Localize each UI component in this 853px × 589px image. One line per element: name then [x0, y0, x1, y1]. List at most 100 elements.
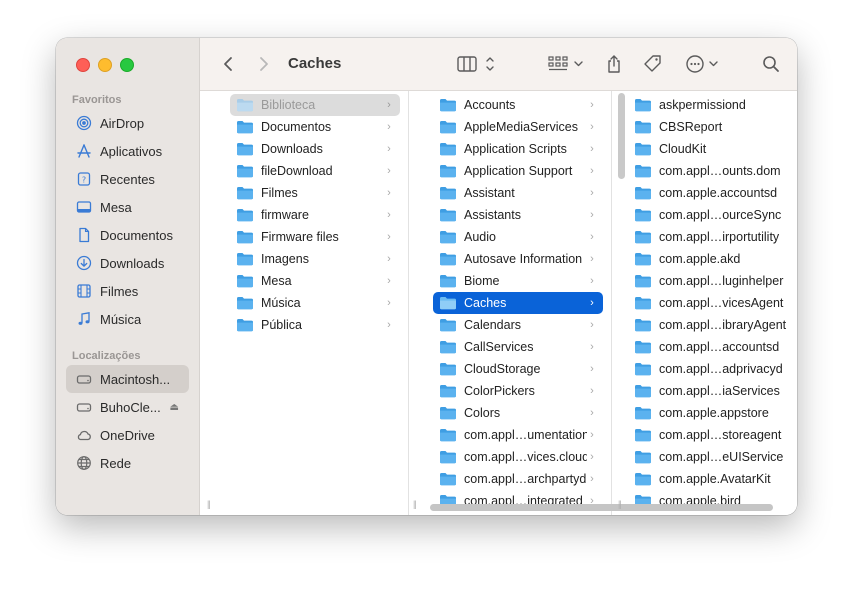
folder-icon	[237, 297, 253, 310]
sidebar-item-network[interactable]: Rede	[66, 449, 189, 477]
folder-row[interactable]: Imagens ›	[230, 248, 400, 270]
folder-row[interactable]: Mesa ›	[230, 270, 400, 292]
folder-name: com.appl…eUIService	[659, 450, 784, 464]
chevron-right-icon: ›	[590, 319, 594, 331]
folder-row[interactable]: CallServices ›	[433, 336, 603, 358]
folder-row[interactable]: com.appl…irportutility	[628, 226, 796, 248]
folder-row[interactable]: Firmware files ›	[230, 226, 400, 248]
view-mode-button[interactable]	[457, 52, 497, 76]
folder-name: com.appl…umentation	[464, 428, 587, 442]
folder-row[interactable]: Accounts ›	[433, 94, 603, 116]
folder-row[interactable]: com.apple.AvatarKit	[628, 468, 796, 490]
folder-row[interactable]: Assistant ›	[433, 182, 603, 204]
sidebar-item-buhocleaner[interactable]: BuhoCle... ⏏	[66, 393, 189, 421]
folder-row[interactable]: AppleMediaServices ›	[433, 116, 603, 138]
folder-row[interactable]: com.appl…luginhelper	[628, 270, 796, 292]
chevron-right-icon: ›	[387, 231, 391, 243]
folder-row[interactable]: Application Support ›	[433, 160, 603, 182]
vertical-scrollbar[interactable]	[618, 93, 625, 179]
forward-button[interactable]	[254, 52, 274, 76]
folder-row[interactable]: com.appl…accountsd	[628, 336, 796, 358]
column-resize-handle[interactable]: ||	[207, 499, 211, 509]
folder-row[interactable]: CBSReport	[628, 116, 796, 138]
folder-row[interactable]: Application Scripts ›	[433, 138, 603, 160]
folder-row[interactable]: com.appl…adprivacyd	[628, 358, 796, 380]
folder-row[interactable]: com.appl…storeagent	[628, 424, 796, 446]
folder-row[interactable]: com.appl…ounts.dom	[628, 160, 796, 182]
folder-row[interactable]: firmware ›	[230, 204, 400, 226]
folder-row[interactable]: Biome ›	[433, 270, 603, 292]
zoom-window-button[interactable]	[120, 58, 134, 72]
folder-row[interactable]: Downloads ›	[230, 138, 400, 160]
svg-text:?: ?	[82, 176, 86, 185]
sidebar-item-movies[interactable]: Filmes	[66, 277, 189, 305]
horizontal-scrollbar[interactable]	[430, 504, 773, 511]
sidebar-item-documents[interactable]: Documentos	[66, 221, 189, 249]
chevron-right-icon: ›	[590, 275, 594, 287]
folder-name: askpermissiond	[659, 98, 746, 112]
column-browser: Biblioteca › Documentos › Downloads › fileDown…	[200, 91, 797, 515]
column-resize-handle[interactable]: ||	[413, 499, 417, 509]
folder-row[interactable]: Colors ›	[433, 402, 603, 424]
group-button[interactable]	[548, 52, 588, 76]
tags-button[interactable]	[641, 52, 665, 76]
folder-row[interactable]: com.appl…vices.cloud ›	[433, 446, 603, 468]
folder-row[interactable]: CloudKit	[628, 138, 796, 160]
sidebar-item-macintosh-hd[interactable]: Macintosh...	[66, 365, 189, 393]
desktop-icon	[75, 198, 93, 216]
column-resize-handle[interactable]: ||	[618, 499, 622, 509]
folder-row[interactable]: fileDownload ›	[230, 160, 400, 182]
folder-row[interactable]: Documentos ›	[230, 116, 400, 138]
columns-view-icon	[457, 56, 494, 72]
applications-icon	[75, 142, 93, 160]
sidebar-item-recents[interactable]: ? Recentes	[66, 165, 189, 193]
chevron-right-icon: ›	[387, 253, 391, 265]
folder-row[interactable]: Música ›	[230, 292, 400, 314]
sidebar-item-onedrive[interactable]: OneDrive	[66, 421, 189, 449]
toolbar: Caches	[200, 38, 797, 91]
folder-row[interactable]: Autosave Information ›	[433, 248, 603, 270]
close-window-button[interactable]	[76, 58, 90, 72]
folder-row[interactable]: Pública ›	[230, 314, 400, 336]
share-button[interactable]	[603, 52, 625, 76]
chevron-right-icon: ›	[590, 385, 594, 397]
sidebar-item-music[interactable]: Música	[66, 305, 189, 333]
column-home[interactable]: Biblioteca › Documentos › Downloads › fileDown…	[200, 91, 409, 515]
sidebar-item-airdrop[interactable]: AirDrop	[66, 109, 189, 137]
eject-icon[interactable]: ⏏	[170, 402, 179, 413]
folder-row[interactable]: Caches ›	[433, 292, 603, 314]
folder-row[interactable]: com.appl…ourceSync	[628, 204, 796, 226]
column-library[interactable]: Accounts › AppleMediaServices › Application …	[409, 91, 612, 515]
folder-row[interactable]: com.apple.accountsd	[628, 182, 796, 204]
folder-name: ColorPickers	[464, 384, 535, 398]
folder-row[interactable]: com.appl…umentation ›	[433, 424, 603, 446]
folder-row[interactable]: com.apple.akd	[628, 248, 796, 270]
back-button[interactable]	[218, 52, 238, 76]
folder-row[interactable]: askpermissiond	[628, 94, 796, 116]
folder-row[interactable]: Biblioteca ›	[230, 94, 400, 116]
sidebar-item-downloads[interactable]: Downloads	[66, 249, 189, 277]
more-actions-button[interactable]	[686, 52, 724, 76]
folder-row[interactable]: com.appl…eUIService	[628, 446, 796, 468]
folder-row[interactable]: com.apple.appstore	[628, 402, 796, 424]
folder-icon	[237, 319, 253, 332]
sidebar-item-applications[interactable]: Aplicativos	[66, 137, 189, 165]
sidebar-item-desktop[interactable]: Mesa	[66, 193, 189, 221]
folder-row[interactable]: Audio ›	[433, 226, 603, 248]
folder-row[interactable]: com.appl…ibraryAgent	[628, 314, 796, 336]
folder-row[interactable]: Filmes ›	[230, 182, 400, 204]
folder-icon	[237, 275, 253, 288]
column-caches[interactable]: askpermissiond CBSReport CloudKit com.appl……	[612, 91, 797, 515]
folder-row[interactable]: com.appl…archpartyd ›	[433, 468, 603, 490]
chevron-right-icon: ›	[387, 319, 391, 331]
folder-name: Documentos	[261, 120, 332, 134]
folder-row[interactable]: com.appl…iaServices	[628, 380, 796, 402]
folder-row[interactable]: Assistants ›	[433, 204, 603, 226]
folder-row[interactable]: ColorPickers ›	[433, 380, 603, 402]
folder-row[interactable]: CloudStorage ›	[433, 358, 603, 380]
folder-row[interactable]: com.appl…vicesAgent	[628, 292, 796, 314]
minimize-window-button[interactable]	[98, 58, 112, 72]
search-button[interactable]	[760, 52, 782, 76]
folder-row[interactable]: Calendars ›	[433, 314, 603, 336]
folder-name: Colors	[464, 406, 501, 420]
